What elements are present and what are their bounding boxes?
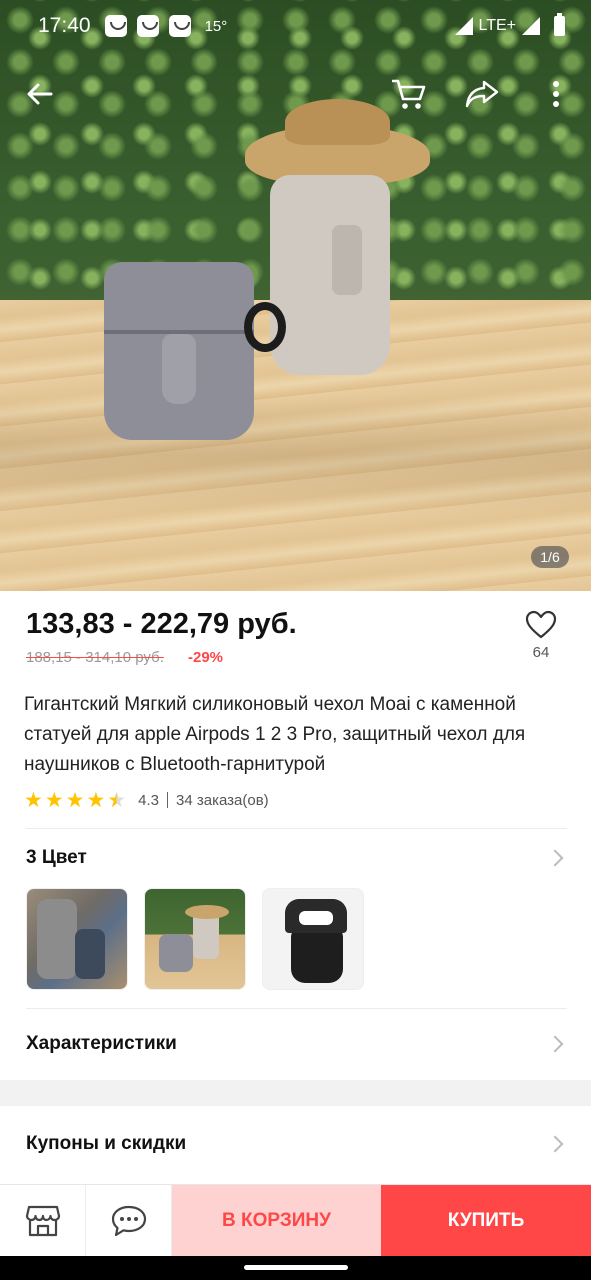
price-block: 133,83 - 222,79 руб.: [26, 608, 297, 641]
variant-shape: [299, 911, 333, 925]
notification-icon: [168, 15, 191, 37]
color-variant-2[interactable]: [144, 888, 246, 990]
moai-statue: [270, 175, 390, 375]
colors-label: 3 Цвет: [26, 847, 87, 868]
variant-shape: [75, 929, 105, 979]
separator: [167, 792, 168, 808]
notification-icon: [136, 15, 159, 37]
statue-nose: [332, 225, 362, 295]
star-icon: ★: [44, 788, 64, 812]
variant-shape: [37, 899, 77, 979]
chevron-right-icon: [546, 849, 564, 867]
variant-shape: [185, 905, 229, 919]
image-counter: 1/6: [531, 546, 569, 568]
back-arrow-icon: [27, 83, 53, 105]
coupons-row[interactable]: Купоны и скидки: [26, 1124, 567, 1164]
section-gap: [0, 1080, 591, 1106]
bottom-action-bar: В КОРЗИНУ КУПИТЬ: [0, 1184, 591, 1257]
color-variant-3[interactable]: [262, 888, 364, 990]
chevron-right-icon: [546, 1035, 564, 1053]
divider: [26, 828, 567, 829]
keyring: [244, 302, 286, 352]
star-icon: ★: [86, 788, 106, 812]
store-button[interactable]: [0, 1185, 86, 1257]
orders-count: 34 заказа(ов): [176, 791, 269, 809]
shadow: [0, 395, 591, 515]
share-icon: [465, 80, 499, 108]
case-nose: [162, 334, 196, 404]
coupons-label: Купоны и скидки: [26, 1133, 187, 1154]
battery-icon: [554, 13, 565, 36]
specs-row[interactable]: Характеристики: [26, 1024, 567, 1064]
moai-earbuds-case: [104, 262, 286, 440]
buy-now-button[interactable]: КУПИТЬ: [381, 1185, 591, 1257]
price: 133,83 - 222,79 руб.: [26, 608, 297, 640]
cell-signal-icon: [522, 17, 540, 35]
chat-icon: [111, 1205, 146, 1237]
chat-button[interactable]: [86, 1185, 172, 1257]
discount-badge: -29%: [188, 649, 224, 666]
rating-stars: ★ ★ ★ ★ ★: [24, 790, 126, 811]
half-star-icon: ★: [107, 788, 127, 812]
add-to-cart-button[interactable]: В КОРЗИНУ: [172, 1185, 381, 1257]
colors-row[interactable]: 3 Цвет: [26, 838, 567, 878]
status-bar: 17:40 15° LTE+: [0, 0, 591, 52]
notification-icon: [104, 15, 127, 37]
divider: [26, 1008, 567, 1009]
product-title: Гигантский Мягкий силиконовый чехол Moai…: [24, 694, 526, 775]
status-temperature: 15°: [204, 17, 228, 35]
favorite-button[interactable]: 64: [516, 610, 566, 661]
rating-row[interactable]: ★ ★ ★ ★ ★ 4.3 34 заказа(ов): [24, 788, 269, 812]
product-image[interactable]: 17:40 15° LTE+ 1/6: [0, 0, 591, 591]
home-gesture-handle[interactable]: [244, 1265, 348, 1270]
rating-value: 4.3: [138, 791, 159, 809]
star-icon: ★: [65, 788, 85, 812]
chevron-right-icon: [546, 1135, 564, 1153]
more-vertical-icon: [553, 81, 559, 107]
status-time: 17:40: [38, 14, 91, 37]
heart-icon: [525, 610, 557, 639]
cart-icon: [392, 79, 426, 109]
old-price: 188,15 - 314,10 руб.: [26, 649, 164, 666]
back-button[interactable]: [16, 70, 64, 118]
color-variants: [26, 888, 364, 990]
cart-button[interactable]: [384, 70, 432, 118]
color-variant-1[interactable]: [26, 888, 128, 990]
network-label: LTE+: [478, 17, 517, 34]
wifi-signal-icon: [454, 17, 473, 35]
specs-label: Характеристики: [26, 1033, 177, 1054]
status-right: LTE+: [454, 13, 565, 36]
share-button[interactable]: [458, 70, 506, 118]
store-icon: [25, 1205, 60, 1237]
more-button[interactable]: [532, 70, 580, 118]
star-icon: ★: [24, 788, 43, 812]
variant-shape: [159, 934, 193, 972]
variant-shape: [291, 927, 343, 983]
favorites-count: 64: [532, 644, 550, 661]
